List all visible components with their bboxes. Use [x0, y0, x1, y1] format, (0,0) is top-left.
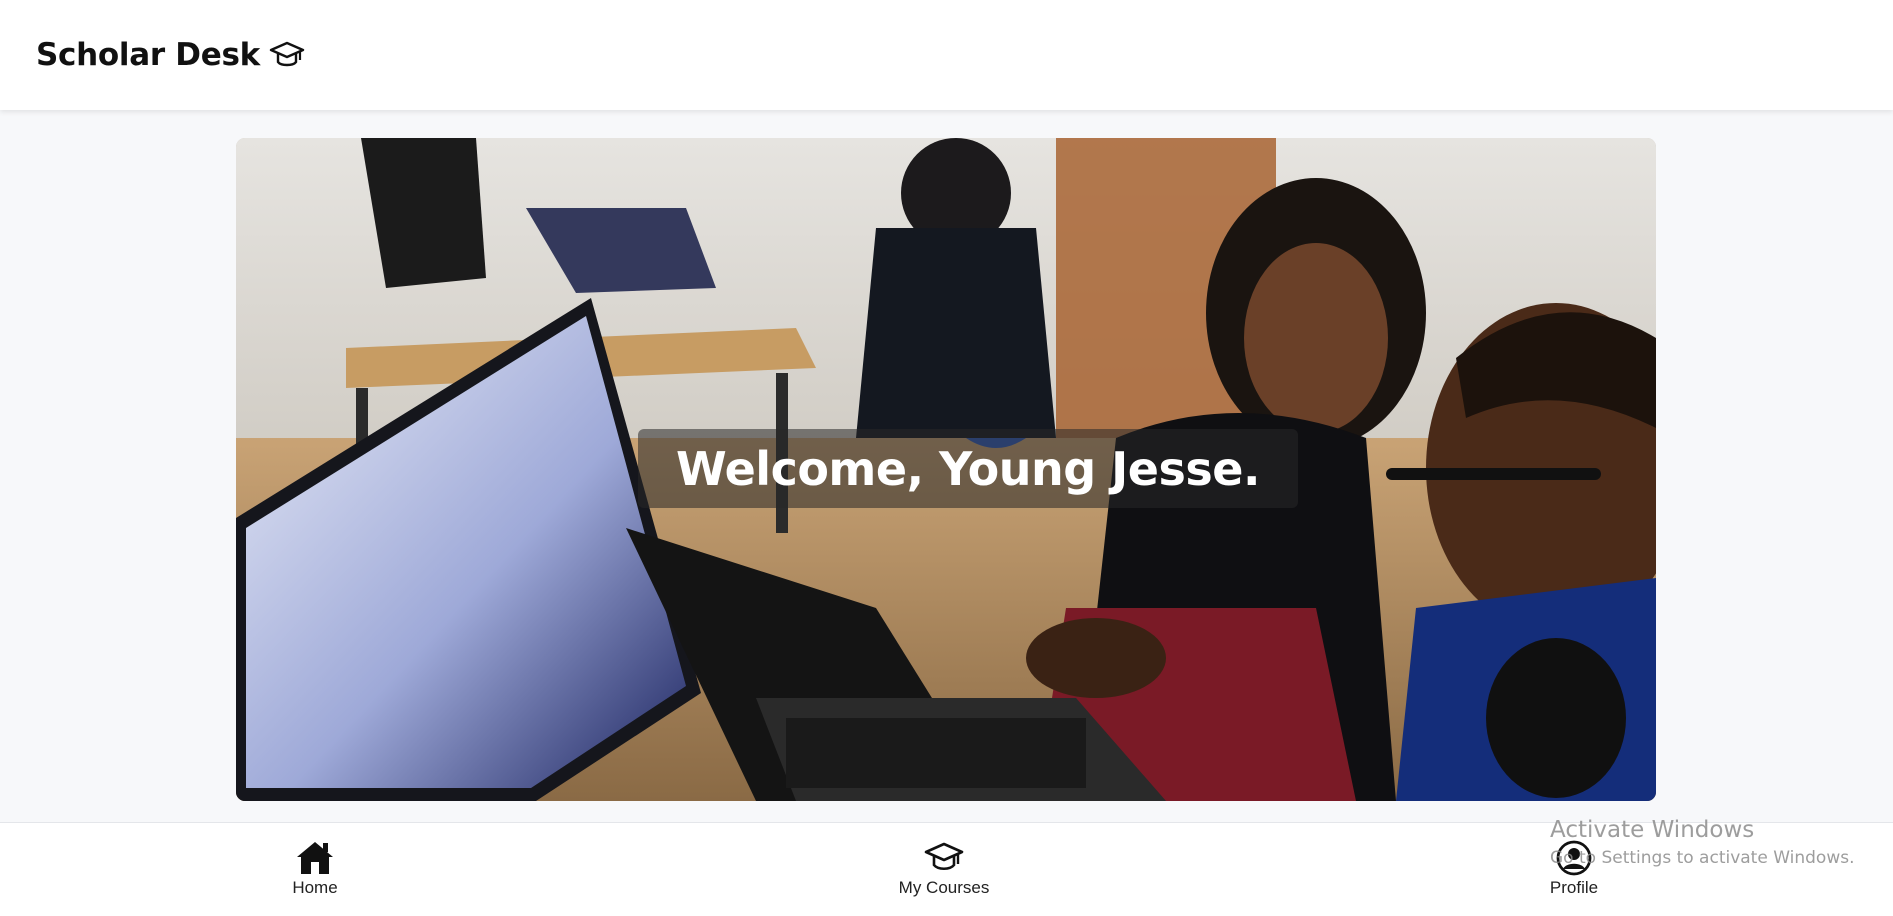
- nav-home-label: Home: [292, 878, 338, 897]
- nav-my-courses[interactable]: My Courses: [874, 840, 1014, 898]
- nav-profile[interactable]: Profile: [1504, 840, 1644, 898]
- hero-banner: Welcome, Young Jesse.: [236, 138, 1656, 801]
- welcome-message: Welcome, Young Jesse.: [638, 429, 1298, 508]
- bottom-navigation: Home My Courses Profile: [0, 822, 1893, 916]
- nav-home[interactable]: Home: [245, 840, 385, 898]
- home-icon: [297, 842, 333, 874]
- graduation-cap-icon: [269, 41, 305, 67]
- app-title: Scholar Desk: [36, 37, 260, 73]
- user-circle-icon: [1556, 840, 1592, 876]
- top-bar: Scholar Desk: [0, 0, 1893, 110]
- nav-profile-label: Profile: [1549, 878, 1599, 897]
- graduation-cap-icon: [924, 842, 964, 871]
- app-brand[interactable]: Scholar Desk: [36, 37, 305, 73]
- nav-my-courses-label: My Courses: [898, 878, 990, 897]
